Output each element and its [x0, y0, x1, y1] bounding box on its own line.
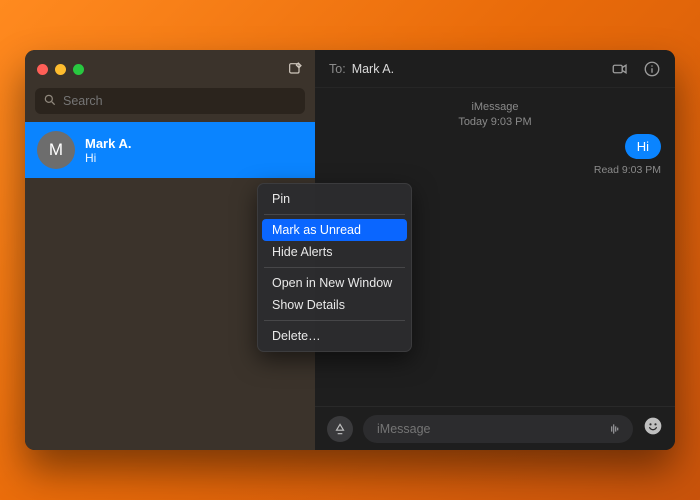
details-button[interactable]: [643, 60, 661, 78]
avatar: M: [37, 131, 75, 169]
message-input[interactable]: [363, 415, 633, 443]
menu-item-pin[interactable]: Pin: [262, 188, 407, 210]
dictation-button[interactable]: [607, 421, 623, 442]
menu-separator: [264, 320, 405, 321]
menu-item-delete[interactable]: Delete…: [262, 325, 407, 347]
menu-item-show-details[interactable]: Show Details: [262, 294, 407, 316]
time-label: Today 9:03 PM: [329, 115, 661, 130]
messages-window: M Mark A. Hi To: Mark A.: [25, 50, 675, 450]
conversation-item[interactable]: M Mark A. Hi: [25, 122, 315, 178]
menu-item-open-new-window[interactable]: Open in New Window: [262, 272, 407, 294]
facetime-icon: [611, 60, 629, 78]
read-receipt: Read 9:03 PM: [594, 164, 661, 176]
conversation-preview: Hi: [85, 151, 293, 165]
to-label: To:: [329, 62, 346, 76]
conversation-name: Mark A.: [85, 136, 293, 151]
waveform-icon: [607, 421, 623, 437]
thread-timestamp: iMessage Today 9:03 PM: [329, 100, 661, 131]
compose-button[interactable]: [287, 61, 303, 77]
menu-item-mark-unread[interactable]: Mark as Unread: [262, 219, 407, 241]
composer: [315, 406, 675, 450]
message-bubble-outgoing[interactable]: Hi: [625, 134, 661, 159]
conversation-text: Mark A. Hi: [85, 136, 293, 165]
search-icon: [43, 93, 57, 112]
fullscreen-window-button[interactable]: [73, 64, 84, 75]
service-label: iMessage: [329, 100, 661, 115]
emoji-button[interactable]: [643, 416, 663, 441]
search-input[interactable]: [35, 88, 305, 114]
info-icon: [643, 60, 661, 78]
apps-button[interactable]: [327, 416, 353, 442]
emoji-icon: [643, 416, 663, 436]
search-wrap: [25, 88, 315, 122]
minimize-window-button[interactable]: [55, 64, 66, 75]
close-window-button[interactable]: [37, 64, 48, 75]
chat-header: To: Mark A.: [315, 50, 675, 88]
to-name[interactable]: Mark A.: [352, 62, 394, 76]
titlebar: [25, 50, 315, 88]
context-menu: Pin Mark as Unread Hide Alerts Open in N…: [257, 183, 412, 352]
window-controls: [37, 64, 84, 75]
appstore-icon: [333, 422, 347, 436]
facetime-button[interactable]: [611, 60, 629, 78]
header-actions: [611, 60, 661, 78]
menu-item-hide-alerts[interactable]: Hide Alerts: [262, 241, 407, 263]
compose-icon: [287, 61, 303, 77]
menu-separator: [264, 214, 405, 215]
menu-separator: [264, 267, 405, 268]
